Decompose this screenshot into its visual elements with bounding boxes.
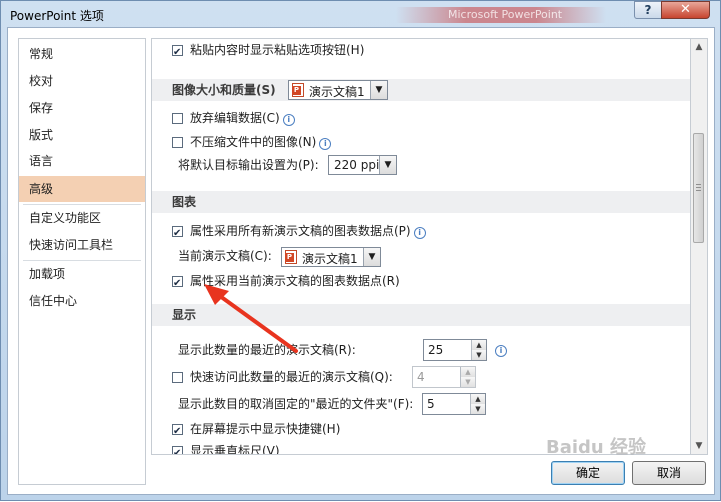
chevron-down-icon[interactable]: ▼ [370,81,387,99]
current-doc-chart-label: 属性采用当前演示文稿的图表数据点(R) [190,274,400,288]
sidebar-item-advanced[interactable]: 高级 [19,176,145,202]
sidebar-item-layout[interactable]: 版式 [19,122,145,148]
sidebar-item-add-ins[interactable]: 加载项 [19,261,145,287]
cancel-button[interactable]: 取消 [632,461,706,485]
sidebar-item-save[interactable]: 保存 [19,95,145,121]
grip-line [696,184,701,185]
display-section-title: 显示 [172,308,197,322]
recent-docs-row: 显示此数量的最近的演示文稿(R): [178,340,356,360]
recent-docs-label: 显示此数量的最近的演示文稿(R): [178,343,356,357]
background-window-title: Microsoft PowerPoint [396,7,606,23]
advanced-options-pane: 粘贴内容时显示粘贴选项按钮(H) 图像大小和质量(S) 演示文稿1 ▼ 放弃编辑… [151,38,691,455]
all-docs-chart-checkbox[interactable] [172,224,183,244]
chart-section-header: 图表 [152,191,690,213]
chart-document-value: 演示文稿1 [302,252,358,266]
content-scrollbar[interactable]: ▲ ▼ [691,38,708,455]
scroll-down-icon[interactable]: ▼ [691,438,707,454]
no-compress-row[interactable]: 不压缩文件中的图像(N) i [172,132,332,152]
unpinned-folders-spinner[interactable]: 5 ▲ ▼ [422,393,486,415]
current-doc-chart-row[interactable]: 属性采用当前演示文稿的图表数据点(R) [172,271,400,294]
default-output-value: 220 ppi [334,158,380,172]
screentip-shortcuts-row[interactable]: 在屏幕提示中显示快捷键(H) [172,419,341,442]
sidebar-item-quick-access-toolbar[interactable]: 快速访问工具栏 [19,232,145,258]
info-icon[interactable]: i [319,138,332,150]
info-icon[interactable]: i [282,114,295,126]
scroll-up-icon[interactable]: ▲ [691,39,707,55]
grip-line [696,190,701,191]
image-document-value: 演示文稿1 [309,85,365,99]
dialog-body: 常规 校对 保存 版式 语言 高级 自定义功能区 快速访问工具栏 加载项 信任中… [7,27,715,495]
spin-down-icon[interactable]: ▼ [470,404,485,414]
quick-access-row[interactable]: 快速访问此数量的最近的演示文稿(Q): [172,367,393,387]
display-section-header: 显示 [152,304,690,326]
grip-line [696,187,701,188]
paste-options-row[interactable]: 粘贴内容时显示粘贴选项按钮(H) [172,40,365,63]
quick-access-checkbox[interactable] [172,372,183,383]
title-bar[interactable]: PowerPoint 选项 Microsoft PowerPoint ? ✕ [1,1,720,27]
all-docs-chart-label: 属性采用所有新演示文稿的图表数据点(P) [190,224,411,238]
baidu-watermark: Baidu 经验 [546,437,647,458]
sidebar-item-proofing[interactable]: 校对 [19,68,145,94]
vertical-ruler-label: 显示垂直标尺(V) [190,444,280,455]
unpinned-folders-label: 显示此数目的取消固定的"最近的文件夹"(F): [178,397,414,411]
sidebar-item-customize-ribbon[interactable]: 自定义功能区 [19,205,145,231]
category-sidebar: 常规 校对 保存 版式 语言 高级 自定义功能区 快速访问工具栏 加载项 信任中… [18,38,146,485]
current-doc-row: 当前演示文稿(C): [178,246,272,266]
chevron-down-icon[interactable]: ▼ [363,248,380,266]
paste-options-label: 粘贴内容时显示粘贴选项按钮(H) [190,43,365,57]
help-button[interactable]: ? [634,1,662,19]
powerpoint-file-icon [292,83,304,97]
scroll-thumb[interactable] [693,133,704,243]
current-doc-chart-checkbox[interactable] [172,274,183,294]
ok-button[interactable]: 确定 [551,461,625,485]
dialog-title: PowerPoint 选项 [10,9,104,23]
image-quality-section-header: 图像大小和质量(S) [152,79,690,101]
quick-access-label: 快速访问此数量的最近的演示文稿(Q): [190,370,393,384]
sidebar-item-language[interactable]: 语言 [19,148,145,174]
discard-editing-checkbox[interactable] [172,113,183,124]
close-button[interactable]: ✕ [661,1,710,19]
image-document-select[interactable]: 演示文稿1 ▼ [288,80,388,100]
sidebar-item-general[interactable]: 常规 [19,41,145,67]
all-docs-chart-row[interactable]: 属性采用所有新演示文稿的图表数据点(P)i [172,221,426,244]
chart-section-title: 图表 [172,195,197,209]
quick-access-value: 4 [417,370,425,384]
chart-document-select[interactable]: 演示文稿1 ▼ [281,247,381,267]
default-output-label: 将默认目标输出设置为(P): [178,158,319,172]
recent-docs-spinner[interactable]: 25 ▲ ▼ [423,339,487,361]
paste-options-checkbox[interactable] [172,43,183,63]
image-quality-section-title: 图像大小和质量(S) [172,83,276,97]
discard-editing-row[interactable]: 放弃编辑数据(C) i [172,108,295,128]
unpinned-folders-value: 5 [427,397,435,411]
spin-down-icon[interactable]: ▼ [471,350,486,360]
quick-access-spinner[interactable]: 4 ▲ ▼ [412,366,476,388]
powerpoint-file-icon [285,250,297,264]
default-output-row: 将默认目标输出设置为(P): [178,155,319,175]
screentip-shortcuts-checkbox[interactable] [172,422,183,442]
vertical-ruler-checkbox[interactable] [172,444,183,454]
vertical-ruler-row[interactable]: 显示垂直标尺(V) [172,441,280,455]
background-window-title-text: Microsoft PowerPoint [448,8,563,21]
powerpoint-options-dialog: PowerPoint 选项 Microsoft PowerPoint ? ✕ 常… [0,0,721,501]
info-icon[interactable]: i [413,227,426,239]
screentip-shortcuts-label: 在屏幕提示中显示快捷键(H) [190,422,341,436]
default-output-select[interactable]: 220 ppi ▼ [328,155,397,175]
unpinned-folders-row: 显示此数目的取消固定的"最近的文件夹"(F): [178,394,413,414]
chevron-down-icon[interactable]: ▼ [379,156,396,174]
no-compress-label: 不压缩文件中的图像(N) [190,135,317,149]
discard-editing-label: 放弃编辑数据(C) [190,111,280,125]
recent-docs-value: 25 [428,343,444,357]
current-doc-label: 当前演示文稿(C): [178,249,272,263]
no-compress-checkbox[interactable] [172,137,183,148]
info-icon[interactable]: i [495,345,507,357]
sidebar-item-trust-center[interactable]: 信任中心 [19,288,145,314]
spin-down-icon[interactable]: ▼ [460,377,475,387]
